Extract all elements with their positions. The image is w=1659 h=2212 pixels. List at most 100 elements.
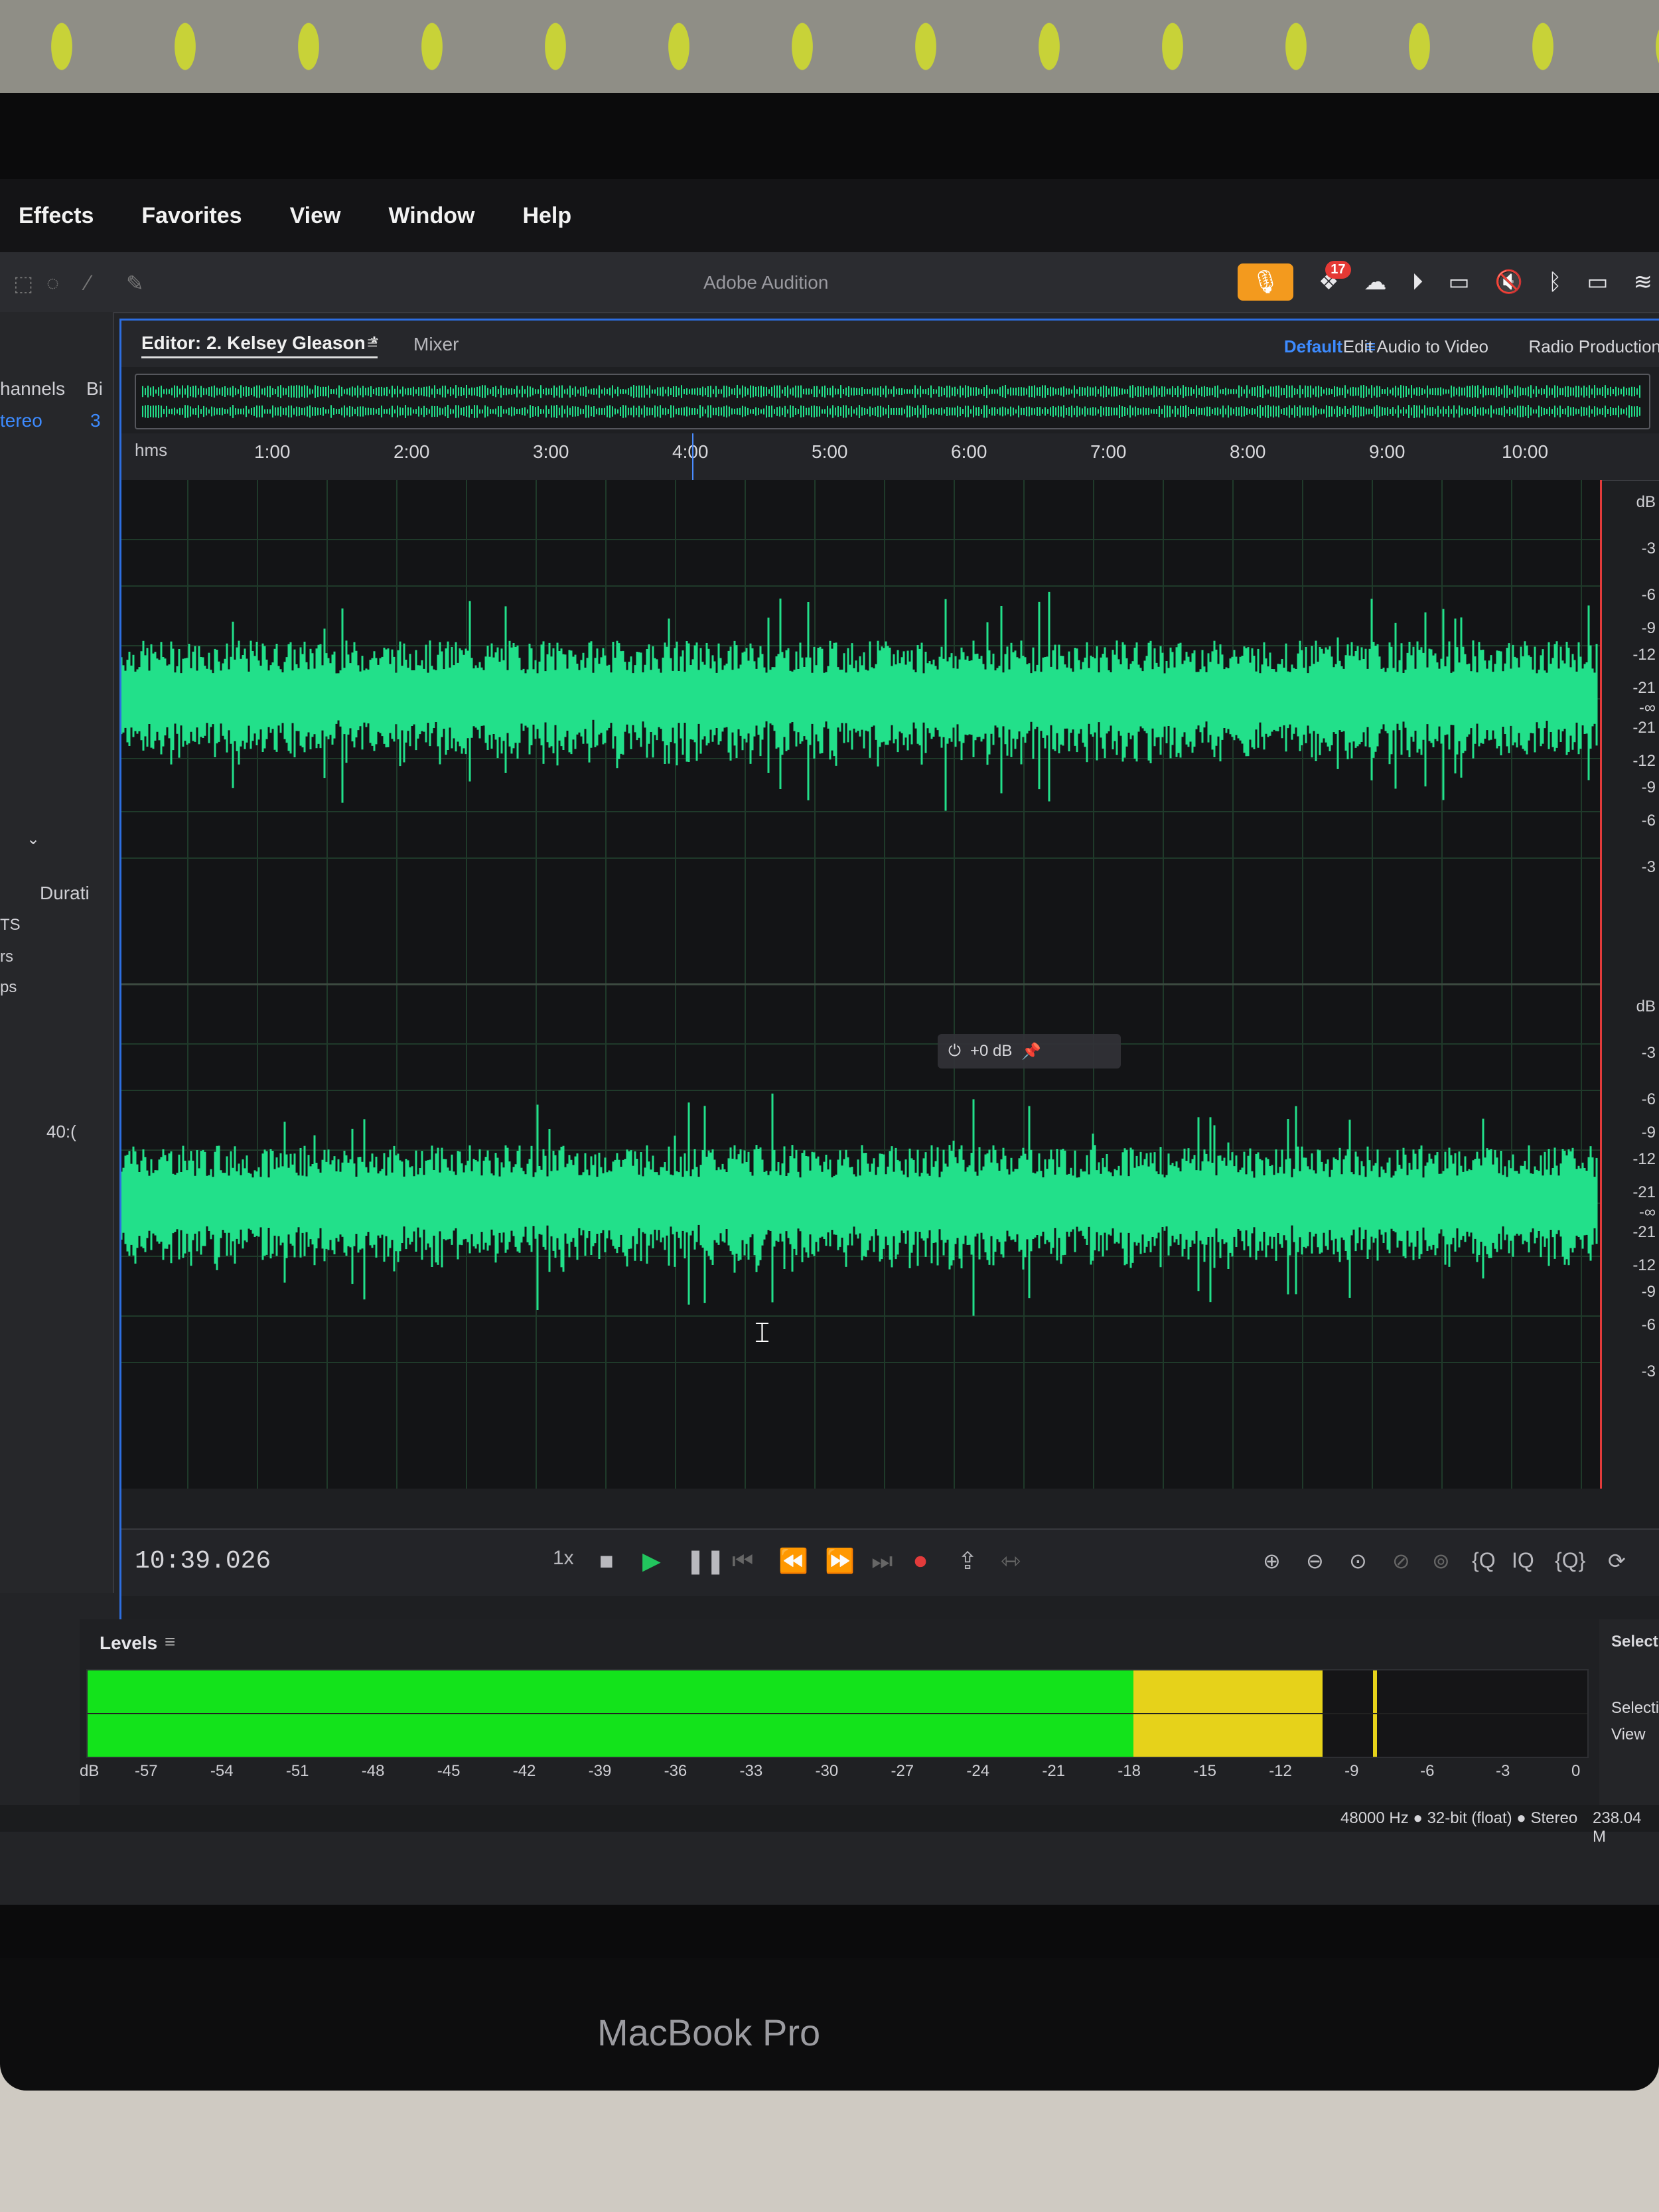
db-label: -6 — [1641, 1090, 1656, 1108]
timecode[interactable]: 10:39.026 — [135, 1547, 271, 1576]
db-label: -12 — [1632, 646, 1656, 664]
zoom-to-cursor-icon[interactable]: ⊙ — [1349, 1548, 1367, 1574]
overview-waveform — [142, 385, 1640, 418]
menu-help[interactable]: Help — [522, 203, 571, 229]
meter-scale-label: -45 — [437, 1762, 461, 1780]
column-channels[interactable]: hannels — [0, 378, 65, 400]
db-label: dB — [1636, 493, 1656, 511]
db-scale: dB -3 -6 -9 -12 -21 -∞ -21 -12 -9 -6 -3 … — [1608, 480, 1659, 1489]
dropdown-chevron-icon[interactable]: ⌄ — [27, 830, 40, 849]
meter-scale-label: -48 — [361, 1762, 385, 1780]
tab-mixer[interactable]: Mixer — [413, 334, 459, 355]
workspace-radio-production[interactable]: Radio Production — [1529, 336, 1659, 357]
ruler-tick: 6:00 — [951, 441, 987, 462]
meter-scale-label: -57 — [134, 1762, 158, 1780]
list-item[interactable]: ps — [0, 978, 17, 997]
skip-selection-icon[interactable]: ⇿ — [1001, 1547, 1021, 1575]
brush-tool-icon[interactable]: ⁄ — [86, 271, 110, 295]
display-icon[interactable]: ▭ — [1449, 269, 1470, 295]
column-duration[interactable]: Durati — [40, 883, 90, 904]
end-marker[interactable] — [1600, 480, 1602, 1489]
lasso-tool-icon[interactable]: ◌ — [46, 271, 70, 295]
meter-scale-label: -27 — [891, 1762, 914, 1780]
gain-hud[interactable]: ⏻ +0 dB 📌 — [938, 1034, 1121, 1069]
channel-left-waveform — [121, 591, 1598, 811]
playback-speed[interactable]: 1x — [553, 1547, 574, 1570]
screen: Effects Favorites View Window Help ⬚ ◌ ⁄… — [0, 179, 1659, 1905]
play-circle-icon[interactable]: ⏵ — [1412, 269, 1423, 295]
db-label: -3 — [1641, 858, 1656, 876]
list-item[interactable]: rs — [0, 948, 13, 966]
stop-icon[interactable]: ■ — [599, 1547, 614, 1575]
zoom-out-time-icon[interactable]: IQ — [1512, 1548, 1534, 1573]
tab-editor[interactable]: Editor: 2. Kelsey Gleason * — [141, 332, 378, 358]
ruler-tick: 2:00 — [394, 441, 430, 462]
meter-scale-label: -42 — [512, 1762, 536, 1780]
zoom-out-amplitude-icon[interactable]: ⊖ — [1306, 1548, 1324, 1574]
menu-favorites[interactable]: Favorites — [141, 203, 242, 229]
panel-menu-icon[interactable]: ≡ — [165, 1631, 175, 1653]
zoom-full-icon[interactable]: {Q} — [1555, 1548, 1585, 1573]
meter-scale-label: -6 — [1420, 1762, 1435, 1780]
workspace-edit-audio-to-video[interactable]: Edit Audio to Video — [1343, 336, 1488, 357]
menu-effects[interactable]: Effects — [19, 203, 94, 229]
microphone-icon[interactable]: 🎙 — [1238, 263, 1294, 301]
marquee-tool-icon[interactable]: ⬚ — [13, 271, 37, 295]
skip-start-icon[interactable]: ⏮ — [732, 1547, 753, 1576]
text-cursor-icon: 𝙸 — [752, 1316, 773, 1349]
mute-icon[interactable]: 🔇 — [1495, 269, 1523, 295]
export-icon[interactable]: ⇪ — [958, 1547, 977, 1575]
level-meter — [86, 1669, 1589, 1758]
timeline-ruler[interactable]: hms 1:00 2:00 3:00 4:00 5:00 6:00 7:00 8… — [121, 433, 1659, 481]
pin-icon[interactable]: 📌 — [1021, 1042, 1041, 1061]
dropbox-badge: 17 — [1325, 261, 1351, 279]
zoom-selection-icon[interactable]: ⊘ — [1392, 1548, 1410, 1574]
zoom-in-time-icon[interactable]: {Q — [1472, 1548, 1496, 1573]
view-row: View — [1611, 1726, 1646, 1743]
menu-window[interactable]: Window — [388, 203, 474, 229]
ruler-tick: 3:00 — [533, 441, 569, 462]
db-label: -21 — [1632, 679, 1656, 697]
meter-divider — [88, 1713, 1587, 1714]
waveform-svg — [121, 480, 1601, 1489]
meter-scale-label: -33 — [739, 1762, 763, 1780]
rewind-icon[interactable]: ⏪ — [778, 1547, 808, 1575]
zoom-reset-icon[interactable]: ⟳ — [1608, 1548, 1626, 1574]
battery-icon[interactable]: ▭ — [1587, 269, 1608, 295]
column-bit[interactable]: Bi — [86, 378, 103, 400]
meter-scale-label: dB — [80, 1762, 100, 1780]
play-icon[interactable]: ▶ — [642, 1547, 661, 1575]
file-channels-value: tereo — [0, 410, 42, 431]
meter-scale-label: -24 — [966, 1762, 990, 1780]
playhead[interactable] — [692, 433, 693, 486]
list-item[interactable]: TS — [0, 916, 21, 934]
waveform-overview[interactable] — [135, 374, 1650, 429]
bluetooth-icon[interactable]: ᛒ — [1548, 269, 1561, 295]
fast-forward-icon[interactable]: ⏩ — [825, 1547, 855, 1575]
meter-scale-label: -30 — [815, 1762, 839, 1780]
skip-end-icon[interactable]: ⏭ — [871, 1547, 893, 1576]
workspace-default[interactable]: Default — [1284, 336, 1342, 357]
zoom-out-full-icon[interactable]: ⊚ — [1432, 1548, 1450, 1574]
laptop-brand: MacBook Pro — [597, 2012, 821, 2053]
meter-scale-label: -18 — [1118, 1762, 1141, 1780]
pause-icon[interactable]: ❚❚ — [685, 1547, 725, 1575]
dropbox-icon[interactable]: ❖ 17 — [1319, 261, 1351, 295]
ruler-tick: 7:00 — [1090, 441, 1127, 462]
ruler-unit: hms — [135, 440, 168, 460]
creative-cloud-icon[interactable]: ☁ — [1364, 269, 1387, 295]
record-icon[interactable]: ⏺ — [914, 1547, 926, 1576]
meter-scale-label: -36 — [664, 1762, 687, 1780]
panel-menu-icon[interactable]: ≡ — [367, 332, 378, 354]
gain-knob-icon[interactable]: ⏻ — [948, 1042, 961, 1061]
healing-tool-icon[interactable]: ✎ — [126, 271, 150, 295]
meter-scale-label: -51 — [285, 1762, 309, 1780]
waveform-display[interactable] — [121, 480, 1601, 1489]
menu-view[interactable]: View — [290, 203, 341, 229]
wifi-icon[interactable]: ≋ — [1634, 269, 1653, 295]
meter-scale-label: -9 — [1344, 1762, 1359, 1780]
zoom-in-amplitude-icon[interactable]: ⊕ — [1263, 1548, 1281, 1574]
db-label: -21 — [1632, 719, 1656, 737]
selection-panel-title[interactable]: Selecti — [1611, 1633, 1659, 1651]
levels-title[interactable]: Levels — [100, 1633, 157, 1654]
